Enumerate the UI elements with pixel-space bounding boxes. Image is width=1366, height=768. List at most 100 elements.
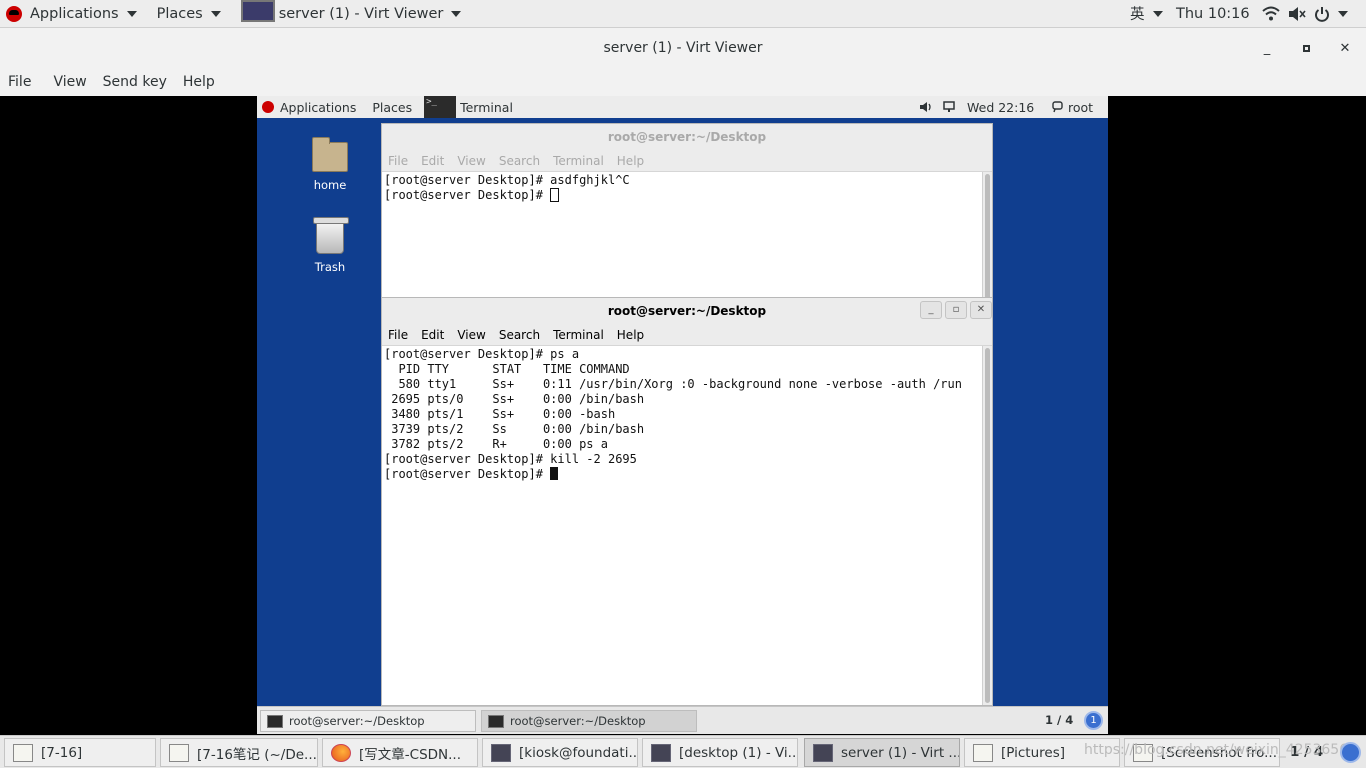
desktop-icon-trash[interactable]: Trash [295, 217, 365, 274]
terminal-output[interactable]: [root@server Desktop]# asdfghjkl^C [root@… [382, 172, 982, 302]
host-task-label: [7-16笔记 (~/De... [197, 746, 317, 763]
folder-icon [973, 743, 993, 762]
terminal-line: [root@server Desktop]# asdfghjkl^C [384, 173, 630, 187]
host-task-desktop-viewer[interactable]: [desktop (1) - Vi... [642, 738, 798, 767]
desktop-icon-home[interactable]: home [295, 137, 365, 192]
input-method-menu[interactable]: 英 [1124, 0, 1169, 28]
menu-file[interactable]: File [388, 154, 408, 168]
guest-terminal-menu[interactable]: Terminal [460, 100, 513, 115]
viewer-menu-bar: File View Send key Help [0, 68, 1366, 96]
menu-help[interactable]: Help [175, 74, 223, 90]
host-task-server-viewer[interactable]: server (1) - Virt ... [804, 738, 960, 767]
terminal-title[interactable]: root@server:~/Desktop [382, 124, 992, 150]
applications-menu[interactable]: Applications [0, 0, 143, 28]
host-task-label: [kiosk@foundati... [519, 744, 638, 761]
menu-edit[interactable]: Edit [421, 328, 444, 342]
guest-display[interactable]: Applications Places >_ Terminal Wed 22:1… [257, 96, 1108, 734]
terminal-line: 580 tty1 Ss+ 0:11 /usr/bin/Xorg :0 -back… [384, 377, 962, 391]
host-task-label: [写文章-CSDN... [359, 746, 462, 763]
user-icon [1052, 101, 1063, 113]
terminal-line: 3739 pts/2 Ss 0:00 /bin/bash [384, 422, 645, 436]
watermark-text: https://blog.csdn.net/weixin_42536562 [1084, 742, 1358, 758]
terminal-scrollbar[interactable] [982, 346, 992, 705]
guest-task-terminal-1[interactable]: root@server:~/Desktop [260, 710, 476, 732]
guest-places-menu[interactable]: Places [372, 100, 412, 115]
terminal-prompt: [root@server Desktop]# [384, 467, 551, 481]
guest-user-menu[interactable]: root [1068, 100, 1093, 115]
home-folder-icon [312, 137, 348, 172]
menu-file[interactable]: File [0, 74, 39, 90]
viewer-title-bar[interactable]: server (1) - Virt Viewer _ ✕ [0, 28, 1366, 68]
host-task-firefox[interactable]: [写文章-CSDN... [322, 738, 478, 767]
maximize-button[interactable]: ▫ [945, 301, 967, 319]
viewer-title: server (1) - Virt Viewer [603, 40, 763, 56]
terminal-line: PID TTY STAT TIME COMMAND [384, 362, 630, 376]
terminal-line: 3782 pts/2 R+ 0:00 ps a [384, 437, 608, 451]
guest-workspace-indicator[interactable]: 1 / 4 [1045, 713, 1073, 727]
text-editor-icon [169, 743, 189, 762]
close-button[interactable]: ✕ [970, 301, 992, 319]
clock[interactable]: Thu 10:16 [1170, 0, 1256, 28]
terminal-output[interactable]: [root@server Desktop]# ps a PID TTY STAT… [382, 346, 982, 705]
menu-terminal[interactable]: Terminal [553, 328, 604, 342]
guest-clock[interactable]: Wed 22:16 [967, 100, 1034, 115]
menu-search[interactable]: Search [499, 328, 540, 342]
guest-task-terminal-2[interactable]: root@server:~/Desktop [481, 710, 697, 732]
guest-top-bar: Applications Places >_ Terminal Wed 22:1… [257, 96, 1108, 118]
minimize-button[interactable]: _ [1248, 28, 1286, 68]
terminal-title[interactable]: root@server:~/Desktop [382, 298, 992, 324]
trash-icon [313, 217, 349, 254]
terminal-icon [267, 714, 283, 728]
terminal-menu-bar: File Edit View Search Terminal Help [382, 324, 992, 346]
menu-edit[interactable]: Edit [421, 154, 444, 168]
minimize-button[interactable]: _ [920, 301, 942, 319]
menu-file[interactable]: File [388, 328, 408, 342]
menu-help[interactable]: Help [617, 328, 644, 342]
desktop-icon-label: Trash [314, 260, 346, 274]
applications-label: Applications [30, 5, 119, 22]
active-window-menu[interactable]: server (1) - Virt Viewer [235, 0, 468, 28]
power-icon [1315, 7, 1329, 22]
terminal-scrollbar[interactable] [982, 172, 992, 302]
volume-muted-icon [1289, 7, 1306, 21]
close-button[interactable]: ✕ [1326, 28, 1364, 68]
terminal-window-back[interactable]: root@server:~/Desktop File Edit View Sea… [381, 123, 993, 303]
host-task-label: [Pictures] [1001, 744, 1065, 761]
host-task-label: [desktop (1) - Vi... [679, 744, 798, 761]
firefox-icon [331, 743, 351, 762]
close-icon: ✕ [1339, 40, 1351, 56]
guest-task-label: root@server:~/Desktop [289, 714, 425, 728]
menu-help[interactable]: Help [617, 154, 644, 168]
maximize-icon [1302, 44, 1310, 52]
terminal-icon [488, 714, 504, 728]
host-task-label: [7-16] [41, 744, 83, 761]
chevron-down-icon [126, 10, 137, 17]
host-task-7-16-folder[interactable]: [7-16] [4, 738, 156, 767]
terminal-line: [root@server Desktop]# kill -2 2695 [384, 452, 637, 466]
menu-view[interactable]: View [45, 74, 94, 90]
host-task-kiosk-terminal[interactable]: [kiosk@foundati... [482, 738, 638, 767]
menu-view[interactable]: View [457, 154, 485, 168]
chevron-down-icon [451, 10, 462, 17]
terminal-menu-bar: File Edit View Search Terminal Help [382, 150, 992, 172]
system-status-area[interactable] [1262, 4, 1348, 24]
clock-label: Thu 10:16 [1176, 5, 1250, 22]
guest-applications-menu[interactable]: Applications [280, 100, 356, 115]
desktop-icon-label: home [313, 178, 347, 192]
minimize-icon: _ [1263, 40, 1271, 56]
host-task-notes-editor[interactable]: [7-16笔记 (~/De... [160, 738, 318, 767]
menu-send-key[interactable]: Send key [95, 74, 175, 90]
menu-search[interactable]: Search [499, 154, 540, 168]
notification-badge[interactable]: 1 [1084, 711, 1103, 730]
host-task-label: server (1) - Virt ... [841, 744, 960, 761]
host-top-bar: Applications Places server (1) - Virt Vi… [0, 0, 1366, 28]
wifi-icon [1262, 6, 1280, 21]
terminal-icon: >_ [424, 96, 457, 118]
maximize-button[interactable] [1287, 28, 1325, 68]
terminal-window-front[interactable]: root@server:~/Desktop _ ▫ ✕ File Edit Vi… [381, 297, 993, 706]
notification-indicator[interactable] [1340, 742, 1361, 763]
menu-terminal[interactable]: Terminal [553, 154, 604, 168]
places-menu[interactable]: Places [151, 0, 227, 28]
menu-view[interactable]: View [457, 328, 485, 342]
input-method-label: 英 [1130, 7, 1145, 23]
